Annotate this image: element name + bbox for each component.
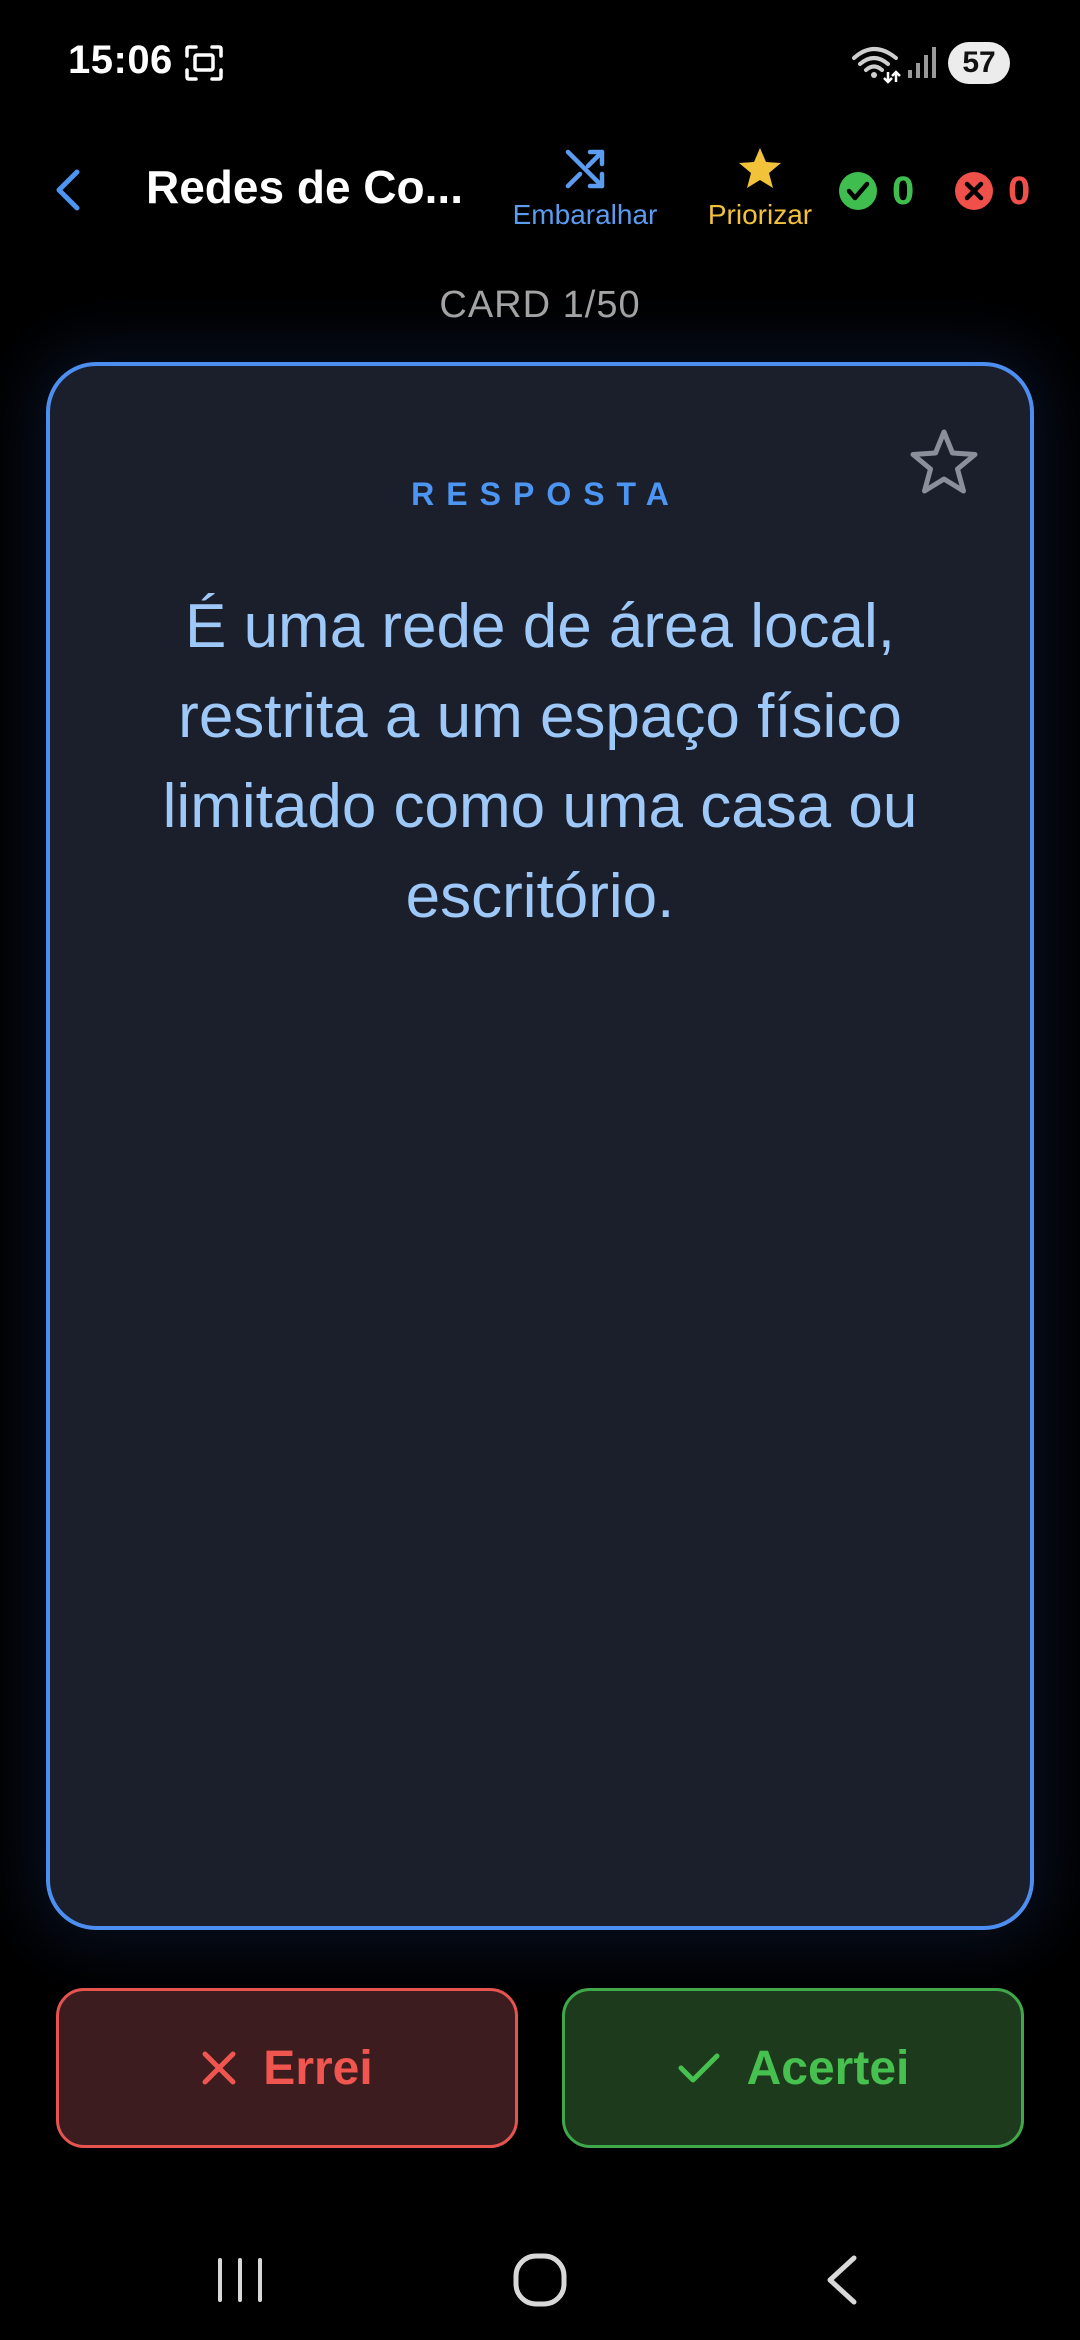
system-back-button[interactable] [816, 2250, 866, 2310]
card-answer-text: É uma rede de área local, restrita a um … [162, 592, 918, 931]
correct-count: 0 [892, 168, 915, 213]
star-icon [739, 148, 781, 188]
back-button[interactable] [40, 158, 96, 222]
recents-button[interactable] [210, 2254, 270, 2306]
battery-icon: 57 [948, 42, 1010, 84]
correct-counter: 0 [838, 166, 914, 216]
wifi-icon [852, 44, 902, 84]
shuffle-icon [565, 149, 605, 189]
recents-icon [218, 2258, 262, 2302]
x-circle-icon [955, 172, 993, 210]
flashcard[interactable]: RESPOSTA É uma rede de área local, restr… [46, 362, 1034, 1930]
signal-icon [906, 44, 940, 80]
wrong-count: 0 [1008, 168, 1031, 213]
top-app-bar: Redes de Co... Embaralhar Priorizar 0 0 [0, 130, 1080, 250]
status-time: 15:06 [68, 38, 173, 82]
system-back-icon [827, 2255, 857, 2305]
priority-button[interactable]: Priorizar [698, 146, 822, 246]
wrong-answer-label: Errei [263, 2041, 373, 2095]
system-nav-bar [0, 2220, 1080, 2340]
check-icon [678, 2053, 720, 2083]
home-icon [513, 2253, 567, 2307]
deck-title: Redes de Co... [146, 161, 463, 213]
home-button[interactable] [510, 2250, 570, 2310]
card-counter: CARD 1/50 [439, 284, 641, 326]
shuffle-button[interactable]: Embaralhar [505, 148, 665, 248]
check-circle-icon [839, 172, 877, 210]
shuffle-label: Embaralhar [512, 199, 658, 230]
screen-capture-icon [184, 44, 224, 82]
correct-answer-button[interactable]: Acertei [562, 1988, 1024, 2148]
wrong-answer-button[interactable]: Errei [56, 1988, 518, 2148]
wrong-counter: 0 [954, 166, 1030, 216]
close-icon [202, 2051, 236, 2085]
status-bar: 15:06 57 [0, 0, 1080, 130]
priority-label: Priorizar [707, 199, 813, 230]
correct-answer-label: Acertei [746, 2041, 910, 2095]
card-side-label: RESPOSTA [411, 476, 681, 512]
back-chevron-icon [56, 169, 80, 211]
flashcard-study-screen: 15:06 57 Redes de Co... Embaralhar Prior… [0, 0, 1080, 2340]
